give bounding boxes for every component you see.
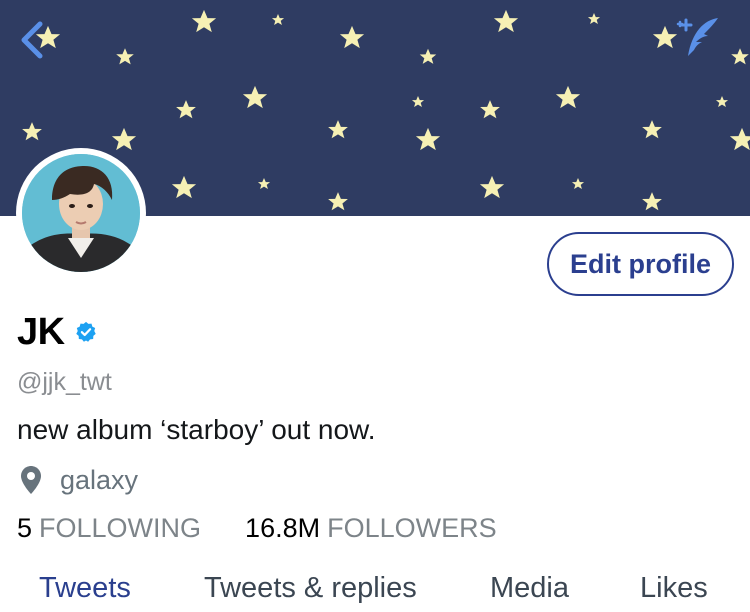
name-row: JK (17, 310, 97, 354)
display-name: JK (17, 310, 65, 353)
followers-label: FOLLOWERS (327, 512, 497, 543)
profile-photo-art (22, 154, 140, 272)
profile-tabs: Tweets Tweets & replies Media Likes (0, 566, 750, 612)
username-handle: @jjk_twt (17, 368, 112, 396)
profile-photo (22, 154, 140, 272)
followers-count: 16.8M (245, 512, 321, 543)
tab-tweets-replies[interactable]: Tweets & replies (204, 572, 417, 605)
follow-stats: 5 FOLLOWING 16.8M FOLLOWERS (17, 510, 497, 546)
tab-media[interactable]: Media (490, 572, 569, 605)
following-label: FOLLOWING (39, 512, 202, 543)
compose-tweet-button[interactable] (674, 14, 724, 62)
verified-badge-icon (75, 321, 96, 342)
back-button[interactable] (12, 16, 52, 64)
edit-profile-button[interactable]: Edit profile (547, 232, 734, 296)
followers-stat[interactable]: 16.8M FOLLOWERS (245, 513, 497, 544)
location-row: galaxy (20, 462, 138, 498)
location-pin-icon (21, 466, 41, 494)
avatar[interactable] (16, 148, 146, 278)
location-text: galaxy (60, 464, 139, 495)
bio-text: new album ‘starboy’ out now. (17, 414, 376, 445)
following-count: 5 (17, 512, 33, 543)
tab-tweets[interactable]: Tweets (39, 572, 131, 605)
chevron-left-icon (21, 21, 43, 59)
following-stat[interactable]: 5 FOLLOWING (17, 513, 201, 544)
feather-sparkle-icon (676, 18, 718, 56)
tab-likes[interactable]: Likes (640, 572, 708, 605)
